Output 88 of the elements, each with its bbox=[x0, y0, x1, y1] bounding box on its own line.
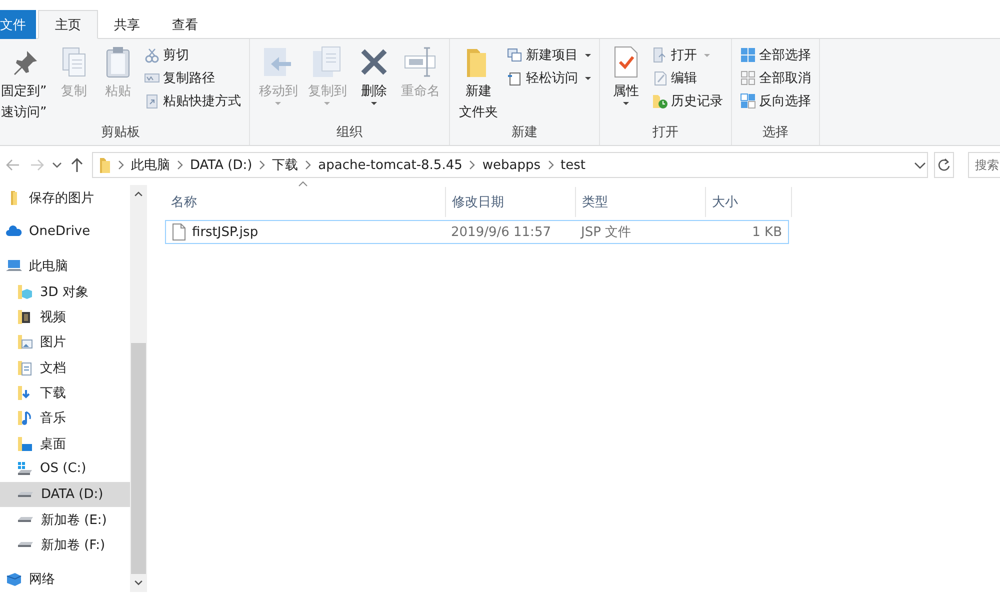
refresh-button[interactable] bbox=[934, 152, 954, 178]
address-bar[interactable]: 此电脑 DATA (D:) 下载 apache-tomcat-8.5.45 webapps test bbox=[92, 152, 928, 178]
breadcrumb[interactable]: webapps bbox=[482, 158, 541, 172]
folder-icon bbox=[10, 190, 18, 206]
sidebar-item[interactable]: 新加卷 (E:) bbox=[0, 506, 130, 532]
drive-icon bbox=[17, 516, 34, 524]
document-folder-icon bbox=[16, 358, 34, 377]
music-folder-icon bbox=[16, 409, 34, 428]
rename-icon bbox=[403, 45, 438, 79]
folder-icon bbox=[99, 156, 111, 174]
easy-access-icon bbox=[506, 70, 523, 86]
file-type: JSP 文件 bbox=[579, 224, 632, 241]
drive-icon bbox=[17, 490, 34, 498]
sidebar-item[interactable]: 视频 bbox=[0, 304, 130, 330]
group-label: 选择 bbox=[761, 124, 790, 142]
column-header[interactable]: 名称 bbox=[165, 187, 446, 217]
column-header[interactable]: 大小 bbox=[706, 187, 792, 217]
edit-icon bbox=[652, 70, 668, 86]
sidebar-item[interactable]: OneDrive bbox=[0, 219, 130, 245]
ribbon-button[interactable]: 全部取消 bbox=[738, 68, 813, 88]
group-label: 组织 bbox=[335, 124, 364, 142]
chevron-down-icon bbox=[52, 162, 62, 168]
history-icon bbox=[652, 93, 668, 109]
breadcrumb[interactable]: 此电脑 bbox=[131, 156, 170, 174]
open-icon bbox=[652, 47, 668, 63]
chevron-right-icon bbox=[258, 160, 266, 170]
sidebar-item[interactable]: 网络 bbox=[0, 566, 130, 592]
sidebar-item[interactable]: 此电脑 bbox=[0, 254, 130, 279]
ribbon-button[interactable]: 删除 bbox=[354, 45, 394, 123]
chevron-right-icon bbox=[468, 160, 476, 170]
sidebar-item[interactable]: 下载 bbox=[0, 380, 130, 406]
shortcut-icon bbox=[144, 93, 160, 109]
file-row[interactable]: firstJSP.jsp 2019/9/6 11:57 JSP 文件 1 KB bbox=[165, 220, 789, 244]
modified-date: 2019/9/6 11:57 bbox=[450, 224, 552, 240]
scroll-up-icon[interactable] bbox=[134, 191, 143, 197]
select-all-icon bbox=[740, 47, 756, 63]
chevron-right-icon bbox=[304, 160, 312, 170]
ribbon-button[interactable]: 轻松访问 bbox=[504, 68, 593, 88]
picture-folder-icon bbox=[16, 333, 34, 352]
new-item-icon bbox=[506, 47, 523, 63]
select-none-icon bbox=[740, 70, 756, 86]
cube-folder-icon bbox=[16, 282, 34, 301]
sidebar-item[interactable]: OS (C:) bbox=[0, 456, 130, 482]
refresh-icon bbox=[937, 158, 952, 172]
column-header[interactable]: 类型 bbox=[576, 187, 706, 217]
chevron-right-icon bbox=[117, 160, 125, 170]
group-label: 打开 bbox=[651, 124, 680, 142]
ribbon-button[interactable]: 全部选择 bbox=[738, 45, 813, 65]
breadcrumb[interactable]: DATA (D:) bbox=[190, 158, 252, 172]
group-label: 剪贴板 bbox=[100, 124, 141, 142]
network-icon bbox=[5, 570, 23, 588]
sidebar-item[interactable]: 保存的图片 bbox=[0, 185, 130, 210]
sidebar-item[interactable]: 音乐 bbox=[0, 406, 130, 431]
search-field[interactable]: 搜索 bbox=[968, 152, 1000, 178]
file-menu-tab[interactable]: 文件 bbox=[0, 10, 36, 39]
ribbon-button[interactable]: 新建项目 bbox=[504, 45, 593, 65]
sidebar-item[interactable]: DATA (D:) bbox=[0, 482, 130, 507]
sidebar-item[interactable]: 文档 bbox=[0, 354, 130, 380]
ribbon-tab[interactable]: 查看 bbox=[156, 10, 214, 39]
ribbon-tab[interactable]: 主页 bbox=[38, 10, 98, 39]
chevron-right-icon bbox=[176, 160, 184, 170]
scissors-icon bbox=[144, 47, 160, 63]
ribbon-button[interactable]: 属性 bbox=[606, 45, 646, 123]
file-icon bbox=[172, 223, 186, 241]
breadcrumb[interactable]: apache-tomcat-8.5.45 bbox=[318, 158, 462, 172]
scrollbar-thumb[interactable] bbox=[131, 342, 146, 574]
ribbon-button[interactable]: 新建 文件夹 bbox=[456, 45, 501, 123]
file-name: firstJSP.jsp bbox=[192, 224, 258, 240]
invert-selection-icon bbox=[740, 93, 756, 109]
breadcrumb[interactable]: test bbox=[560, 158, 586, 172]
ribbon-button[interactable]: 历史记录 bbox=[650, 91, 725, 111]
sidebar-item[interactable]: 3D 对象 bbox=[0, 278, 130, 304]
file-size: 1 KB bbox=[751, 224, 783, 240]
drive-icon bbox=[16, 460, 34, 478]
scrollbar[interactable] bbox=[130, 185, 147, 592]
ribbon-tab[interactable]: 共享 bbox=[98, 10, 156, 39]
drive-icon bbox=[17, 541, 34, 548]
sidebar-item[interactable]: 新加卷 (F:) bbox=[0, 532, 130, 558]
scroll-down-icon[interactable] bbox=[134, 580, 143, 586]
ribbon-button[interactable]: 反向选择 bbox=[738, 91, 813, 111]
column-header[interactable]: 修改日期 bbox=[446, 187, 576, 217]
group-label: 新建 bbox=[510, 124, 538, 142]
sidebar-item[interactable]: 桌面 bbox=[0, 430, 130, 456]
chevron-right-icon bbox=[546, 160, 555, 170]
sidebar-item[interactable]: 图片 bbox=[0, 330, 130, 355]
ribbon-button[interactable]: 固定到” 速访问” bbox=[0, 45, 50, 123]
breadcrumb[interactable]: 下载 bbox=[272, 156, 298, 174]
desktop-folder-icon bbox=[16, 434, 34, 453]
